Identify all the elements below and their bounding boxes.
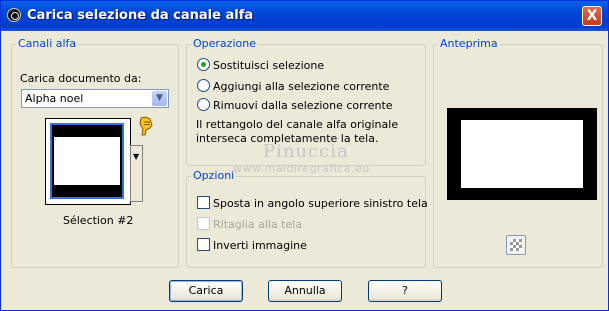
annulla-button[interactable]: Annulla [268,280,342,302]
transparency-checkerboard-icon[interactable] [506,235,526,255]
thumbnail-dropdown-button[interactable]: ▼ [130,145,143,202]
radio-rimuovi-label[interactable]: Rimuovi dalla selezione corrente [213,99,393,112]
checkbox-inverti-label[interactable]: Inverti immagine [213,239,307,252]
radio-rimuovi[interactable] [197,98,210,111]
app-icon [7,8,21,22]
info-text-line1: Il rettangolo del canale alfa originale [196,118,399,131]
document-select[interactable]: Alpha noel ▼ [21,89,169,108]
checkbox-ritaglia[interactable] [197,217,210,230]
checkbox-sposta-label[interactable]: Sposta in angolo superiore sinistro tela [213,197,428,210]
carica-button[interactable]: Carica [169,280,243,302]
chevron-down-icon[interactable]: ▼ [152,91,167,106]
canali-alfa-legend: Canali alfa [16,37,79,50]
checkbox-ritaglia-label[interactable]: Ritaglia alla tela [213,218,302,231]
radio-aggiungi-label[interactable]: Aggiungi alla selezione corrente [213,80,389,93]
radio-aggiungi[interactable] [197,79,210,92]
chevron-down-icon: ▼ [133,152,140,161]
window-title: Carica selezione da canale alfa [27,8,254,23]
opzioni-legend: Opzioni [191,169,237,182]
close-button[interactable]: X [582,6,602,26]
thumbnail-selection-area [54,137,120,185]
help-button[interactable]: ? [368,280,442,302]
document-select-value: Alpha noel [25,92,84,105]
dialog-window: Carica selezione da canale alfa X Canali… [0,0,609,311]
document-label: Carica documento da: [20,72,142,85]
hand-pointer-icon [139,116,153,136]
close-icon: X [586,8,598,24]
checkbox-sposta[interactable] [197,196,210,209]
radio-sostituisci[interactable] [197,58,210,71]
preview-selection-area [461,120,583,188]
watermark-url: www.maidiregrafica.eu [233,162,370,175]
anteprima-legend: Anteprima [438,37,500,50]
preview-image [447,108,597,200]
checkbox-inverti[interactable] [197,238,210,251]
radio-sostituisci-label[interactable]: Sostituisci selezione [213,59,324,72]
title-bar[interactable]: Carica selezione da canale alfa X [1,1,608,31]
thumbnail-selected-frame [50,123,124,199]
watermark-name: Pinuccia [263,141,349,162]
selection-name: Sélection #2 [63,214,134,227]
alpha-channel-thumbnail[interactable] [45,118,131,205]
operazione-legend: Operazione [191,37,258,50]
